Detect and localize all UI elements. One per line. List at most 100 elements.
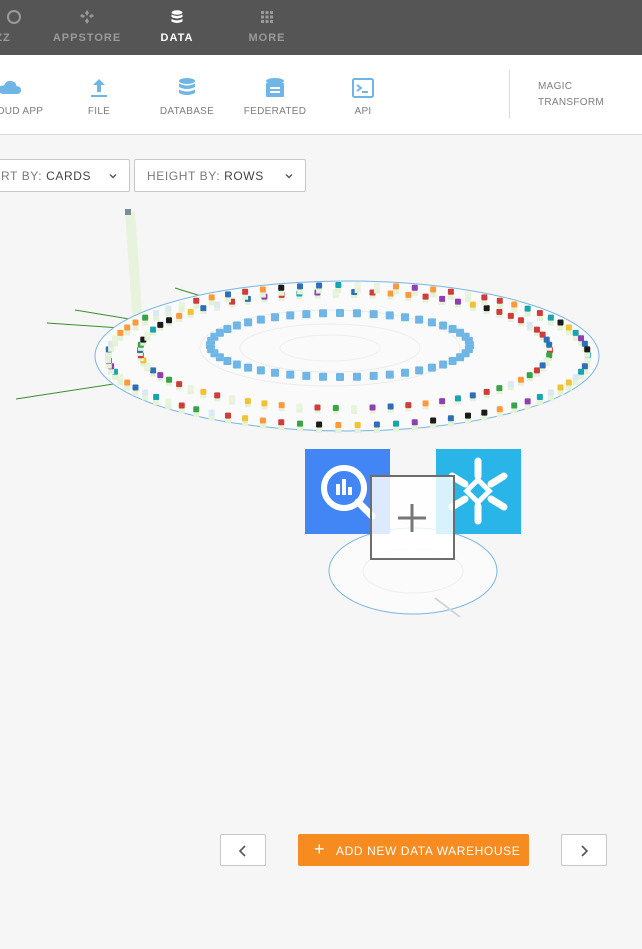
data-card [447,288,454,295]
data-card [411,419,418,426]
data-card [354,421,361,428]
data-card [176,312,183,319]
nav-label: APPSTORE [52,32,122,44]
data-card [232,360,241,369]
data-card [454,298,461,305]
toolbar-file[interactable]: FILE [69,55,129,135]
previous-button[interactable] [220,834,266,866]
grid-icon [261,11,273,23]
data-card [584,346,591,353]
data-card [153,394,160,401]
data-card [351,404,358,411]
data-card [581,363,588,370]
data-card [524,305,531,312]
data-card [481,409,488,416]
add-data-warehouse-button[interactable]: + ADD NEW DATA WAREHOUSE [298,834,529,866]
sort-by-prefix: RT BY: [1,169,43,183]
appstore-icon [80,10,94,24]
data-card [557,319,564,326]
bar-icon [342,479,346,495]
nav-item-appstore[interactable]: APPSTORE [52,0,122,55]
data-card [214,301,221,308]
nav-item-buzz[interactable]: ZZ [0,0,26,55]
data-card [132,384,139,391]
data-card [187,308,194,315]
data-card [225,291,231,298]
height-by-dropdown[interactable]: HEIGHT BY: ROWS [134,159,306,192]
data-card [536,394,543,401]
sort-by-value: CARDS [46,169,92,183]
data-card [581,340,588,347]
data-card [447,415,454,422]
add-warehouse-tile[interactable] [370,475,455,560]
toolbar-database[interactable]: DATABASE [152,55,222,135]
data-card [369,310,378,319]
data-card [271,313,279,322]
data-card [526,372,533,379]
data-card [153,309,160,316]
next-button[interactable] [561,834,607,866]
database-icon [179,78,195,95]
data-card [454,395,461,402]
data-card [369,404,376,411]
upload-icon [91,79,107,97]
data-card [271,368,279,377]
data-card [157,372,164,379]
data-card [415,366,424,375]
toolbar-federated[interactable]: FEDERATED [240,55,310,135]
toolbar-cloud-app[interactable]: OUD APP [0,55,60,135]
toolbar-magic-transform[interactable]: MAGIC TRANSFORM [538,79,604,111]
plus-icon: + [314,839,326,859]
data-warehouse-visualization[interactable] [0,195,642,625]
data-card [511,402,518,409]
nav-item-more[interactable]: MORE [242,0,292,55]
data-card [200,388,207,395]
data-card [464,336,473,345]
data-card [439,398,446,405]
data-card [124,379,131,386]
data-card [316,421,323,428]
data-card [439,295,446,302]
data-card [507,312,514,319]
toolbar-api[interactable]: API [338,55,388,135]
data-card [256,315,265,324]
data-card [278,284,285,291]
data-card [373,421,380,428]
data-card [132,319,139,326]
data-card [539,362,546,369]
data-card [165,398,172,405]
data-card [496,297,503,304]
data-card [465,412,471,419]
data-card [422,400,429,407]
nav-item-data[interactable]: DATA [152,0,202,55]
data-card [256,366,265,375]
data-card [536,309,543,316]
top-navigation: ZZ APPSTORE DATA MORE [0,0,642,55]
data-card [296,283,303,290]
data-card [354,282,361,289]
data-card [286,311,295,320]
federated-icon [266,78,284,97]
data-card [111,335,118,342]
data-card [286,370,295,379]
data-card [242,288,249,295]
data-card [278,419,285,426]
data-card [439,360,448,369]
data-card [336,373,344,381]
sort-by-dropdown[interactable]: RT BY: CARDS [0,159,130,192]
data-card [232,321,241,330]
data-card [578,368,585,375]
data-card [225,412,231,419]
data-card [385,370,394,379]
data-card [316,282,323,289]
data-card [373,282,380,289]
magic-transform-line2: TRANSFORM [538,97,605,108]
data-card [533,326,540,333]
data-card [259,286,266,293]
data-card [422,293,429,300]
data-card [242,415,249,422]
data-card [546,341,553,348]
data-card [142,314,149,321]
data-card [385,311,394,320]
toolbar-label: FILE [87,106,111,117]
